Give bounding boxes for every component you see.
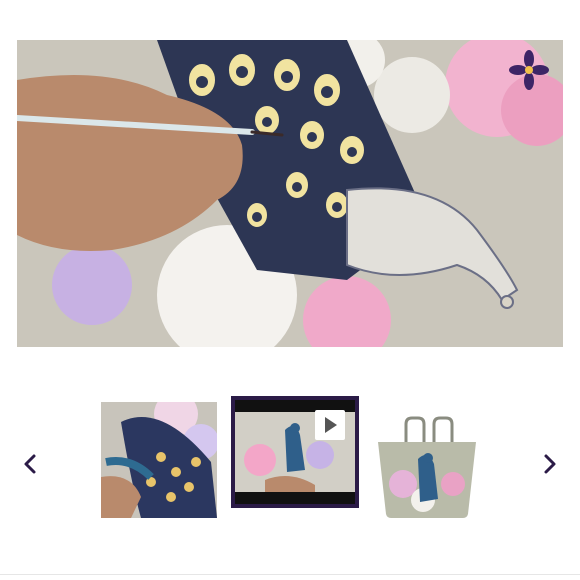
thumbnail-tote-bag[interactable] — [368, 414, 486, 522]
thumbnail-bag-image — [368, 414, 486, 522]
thumbnail-video-selected[interactable] — [231, 396, 359, 508]
flower-logo-icon — [509, 50, 549, 90]
thumbnail-carousel — [0, 380, 580, 550]
thumbnail-image — [101, 402, 217, 518]
divider — [0, 574, 580, 575]
chevron-left-icon[interactable] — [18, 452, 42, 476]
chevron-right-icon[interactable] — [538, 452, 562, 476]
thumbnail-peacock-painting[interactable] — [101, 402, 217, 518]
play-icon[interactable] — [315, 410, 345, 440]
main-image-illustration — [17, 40, 563, 347]
main-product-image — [17, 40, 563, 347]
